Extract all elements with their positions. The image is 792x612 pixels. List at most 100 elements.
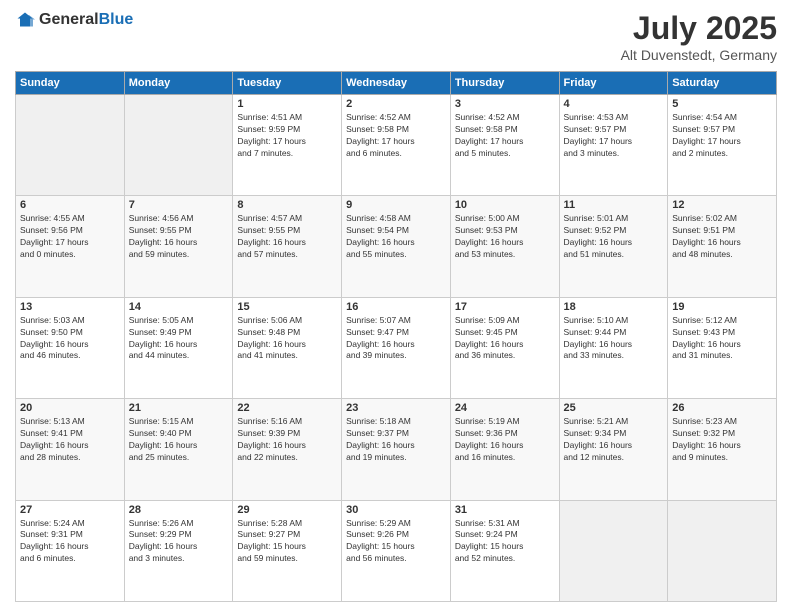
day-info: Sunrise: 5:31 AM Sunset: 9:24 PM Dayligh…	[455, 518, 555, 566]
col-friday: Friday	[559, 72, 668, 95]
logo-icon	[15, 10, 35, 30]
day-info: Sunrise: 5:12 AM Sunset: 9:43 PM Dayligh…	[672, 315, 772, 363]
day-info: Sunrise: 5:29 AM Sunset: 9:26 PM Dayligh…	[346, 518, 446, 566]
table-cell: 23 Sunrise: 5:18 AM Sunset: 9:37 PM Dayli…	[342, 399, 451, 500]
table-cell: 9 Sunrise: 4:58 AM Sunset: 9:54 PM Daylig…	[342, 196, 451, 297]
header-row: Sunday Monday Tuesday Wednesday Thursday…	[16, 72, 777, 95]
day-number: 23	[346, 402, 446, 414]
location-title: Alt Duvenstedt, Germany	[621, 47, 777, 63]
day-number: 19	[672, 301, 772, 313]
table-cell: 15 Sunrise: 5:06 AM Sunset: 9:48 PM Dayli…	[233, 297, 342, 398]
day-info: Sunrise: 5:01 AM Sunset: 9:52 PM Dayligh…	[564, 213, 664, 261]
table-cell: 18Sunrise: 5:10 AM Sunset: 9:44 PM Dayli…	[559, 297, 668, 398]
week-row-4: 20Sunrise: 5:13 AM Sunset: 9:41 PM Dayli…	[16, 399, 777, 500]
table-cell: 30 Sunrise: 5:29 AM Sunset: 9:26 PM Dayli…	[342, 500, 451, 601]
day-info: Sunrise: 4:57 AM Sunset: 9:55 PM Dayligh…	[237, 213, 337, 261]
day-info: Sunrise: 4:52 AM Sunset: 9:58 PM Dayligh…	[455, 112, 555, 160]
day-number: 27	[20, 504, 120, 516]
day-info: Sunrise: 5:06 AM Sunset: 9:48 PM Dayligh…	[237, 315, 337, 363]
table-cell: 4 Sunrise: 4:53 AM Sunset: 9:57 PM Daylig…	[559, 95, 668, 196]
table-cell: 2Sunrise: 4:52 AM Sunset: 9:58 PM Daylig…	[342, 95, 451, 196]
day-info: Sunrise: 4:58 AM Sunset: 9:54 PM Dayligh…	[346, 213, 446, 261]
day-number: 14	[129, 301, 229, 313]
day-number: 9	[346, 199, 446, 211]
day-number: 29	[237, 504, 337, 516]
table-cell	[559, 500, 668, 601]
table-cell: 1 Sunrise: 4:51 AM Sunset: 9:59 PM Daylig…	[233, 95, 342, 196]
day-number: 15	[237, 301, 337, 313]
day-number: 31	[455, 504, 555, 516]
day-number: 3	[455, 98, 555, 110]
table-cell: 28Sunrise: 5:26 AM Sunset: 9:29 PM Dayli…	[124, 500, 233, 601]
day-number: 5	[672, 98, 772, 110]
day-info: Sunrise: 5:05 AM Sunset: 9:49 PM Dayligh…	[129, 315, 229, 363]
day-info: Sunrise: 5:19 AM Sunset: 9:36 PM Dayligh…	[455, 416, 555, 464]
day-number: 22	[237, 402, 337, 414]
day-info: Sunrise: 5:03 AM Sunset: 9:50 PM Dayligh…	[20, 315, 120, 363]
table-cell: 29Sunrise: 5:28 AM Sunset: 9:27 PM Dayli…	[233, 500, 342, 601]
day-info: Sunrise: 5:07 AM Sunset: 9:47 PM Dayligh…	[346, 315, 446, 363]
day-info: Sunrise: 5:23 AM Sunset: 9:32 PM Dayligh…	[672, 416, 772, 464]
table-cell: 20Sunrise: 5:13 AM Sunset: 9:41 PM Dayli…	[16, 399, 125, 500]
day-number: 13	[20, 301, 120, 313]
day-info: Sunrise: 5:26 AM Sunset: 9:29 PM Dayligh…	[129, 518, 229, 566]
table-cell: 24 Sunrise: 5:19 AM Sunset: 9:36 PM Dayli…	[450, 399, 559, 500]
logo-general: General	[39, 11, 99, 28]
col-sunday: Sunday	[16, 72, 125, 95]
day-info: Sunrise: 4:52 AM Sunset: 9:58 PM Dayligh…	[346, 112, 446, 160]
calendar-table: Sunday Monday Tuesday Wednesday Thursday…	[15, 71, 777, 602]
table-cell: 26 Sunrise: 5:23 AM Sunset: 9:32 PM Dayli…	[668, 399, 777, 500]
day-number: 24	[455, 402, 555, 414]
day-number: 20	[20, 402, 120, 414]
day-info: Sunrise: 4:56 AM Sunset: 9:55 PM Dayligh…	[129, 213, 229, 261]
day-number: 18	[564, 301, 664, 313]
day-info: Sunrise: 5:24 AM Sunset: 9:31 PM Dayligh…	[20, 518, 120, 566]
day-number: 4	[564, 98, 664, 110]
day-number: 16	[346, 301, 446, 313]
day-number: 26	[672, 402, 772, 414]
table-cell: 13 Sunrise: 5:03 AM Sunset: 9:50 PM Dayli…	[16, 297, 125, 398]
day-number: 21	[129, 402, 229, 414]
day-number: 25	[564, 402, 664, 414]
week-row-1: 1 Sunrise: 4:51 AM Sunset: 9:59 PM Daylig…	[16, 95, 777, 196]
table-cell: 3 Sunrise: 4:52 AM Sunset: 9:58 PM Daylig…	[450, 95, 559, 196]
col-tuesday: Tuesday	[233, 72, 342, 95]
month-title: July 2025	[621, 10, 777, 47]
day-info: Sunrise: 5:16 AM Sunset: 9:39 PM Dayligh…	[237, 416, 337, 464]
table-cell: 27 Sunrise: 5:24 AM Sunset: 9:31 PM Dayli…	[16, 500, 125, 601]
table-cell: 12Sunrise: 5:02 AM Sunset: 9:51 PM Dayli…	[668, 196, 777, 297]
day-number: 6	[20, 199, 120, 211]
table-cell: 22 Sunrise: 5:16 AM Sunset: 9:39 PM Dayli…	[233, 399, 342, 500]
day-info: Sunrise: 5:09 AM Sunset: 9:45 PM Dayligh…	[455, 315, 555, 363]
day-info: Sunrise: 5:00 AM Sunset: 9:53 PM Dayligh…	[455, 213, 555, 261]
table-cell: 19 Sunrise: 5:12 AM Sunset: 9:43 PM Dayli…	[668, 297, 777, 398]
header: GeneralBlue July 2025 Alt Duvenstedt, Ge…	[15, 10, 777, 63]
table-cell	[16, 95, 125, 196]
day-number: 17	[455, 301, 555, 313]
day-number: 8	[237, 199, 337, 211]
day-info: Sunrise: 4:55 AM Sunset: 9:56 PM Dayligh…	[20, 213, 120, 261]
day-info: Sunrise: 5:18 AM Sunset: 9:37 PM Dayligh…	[346, 416, 446, 464]
table-cell: 11Sunrise: 5:01 AM Sunset: 9:52 PM Dayli…	[559, 196, 668, 297]
day-number: 12	[672, 199, 772, 211]
col-monday: Monday	[124, 72, 233, 95]
col-saturday: Saturday	[668, 72, 777, 95]
table-cell	[124, 95, 233, 196]
day-info: Sunrise: 4:53 AM Sunset: 9:57 PM Dayligh…	[564, 112, 664, 160]
day-info: Sunrise: 5:15 AM Sunset: 9:40 PM Dayligh…	[129, 416, 229, 464]
week-row-5: 27 Sunrise: 5:24 AM Sunset: 9:31 PM Dayli…	[16, 500, 777, 601]
day-number: 10	[455, 199, 555, 211]
table-cell: 17 Sunrise: 5:09 AM Sunset: 9:45 PM Dayli…	[450, 297, 559, 398]
table-cell: 5Sunrise: 4:54 AM Sunset: 9:57 PM Daylig…	[668, 95, 777, 196]
table-cell	[668, 500, 777, 601]
day-info: Sunrise: 4:51 AM Sunset: 9:59 PM Dayligh…	[237, 112, 337, 160]
day-number: 1	[237, 98, 337, 110]
table-cell: 6 Sunrise: 4:55 AM Sunset: 9:56 PM Daylig…	[16, 196, 125, 297]
day-number: 30	[346, 504, 446, 516]
table-cell: 25Sunrise: 5:21 AM Sunset: 9:34 PM Dayli…	[559, 399, 668, 500]
col-thursday: Thursday	[450, 72, 559, 95]
table-cell: 31 Sunrise: 5:31 AM Sunset: 9:24 PM Dayli…	[450, 500, 559, 601]
table-cell: 21 Sunrise: 5:15 AM Sunset: 9:40 PM Dayli…	[124, 399, 233, 500]
title-area: July 2025 Alt Duvenstedt, Germany	[621, 10, 777, 63]
day-number: 7	[129, 199, 229, 211]
